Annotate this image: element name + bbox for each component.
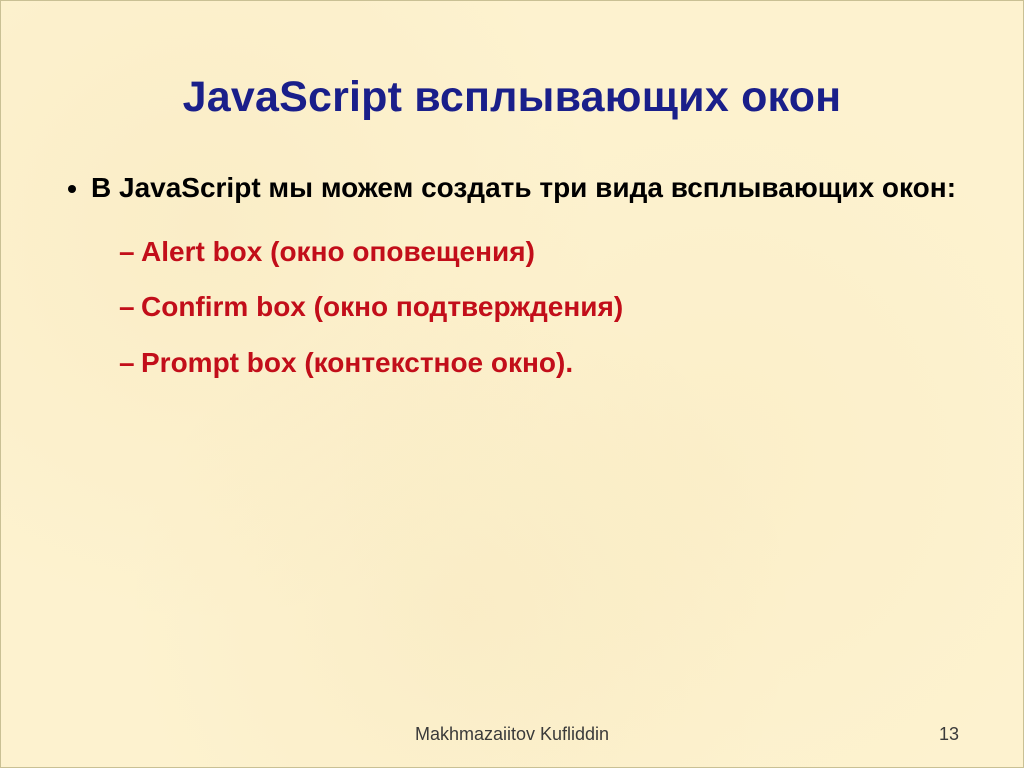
- footer-author: Makhmazaiitov Kufliddin: [1, 724, 1023, 745]
- lead-bullet: В JavaScript мы можем создать три вида в…: [91, 171, 963, 382]
- lead-text: В JavaScript мы можем создать три вида в…: [91, 172, 956, 203]
- bullet-list-level1: В JavaScript мы можем создать три вида в…: [61, 171, 963, 382]
- list-item: Alert box (окно оповещения): [119, 233, 963, 271]
- list-item: Confirm box (окно подтверждения): [119, 288, 963, 326]
- slide-title: JavaScript всплывающих окон: [1, 1, 1023, 122]
- footer-page-number: 13: [939, 724, 959, 745]
- bullet-list-level2: Alert box (окно оповещения) Confirm box …: [119, 233, 963, 382]
- slide-body: В JavaScript мы можем создать три вида в…: [61, 171, 963, 402]
- slide: JavaScript всплывающих окон В JavaScript…: [0, 0, 1024, 768]
- list-item: Prompt box (контекстное окно).: [119, 344, 963, 382]
